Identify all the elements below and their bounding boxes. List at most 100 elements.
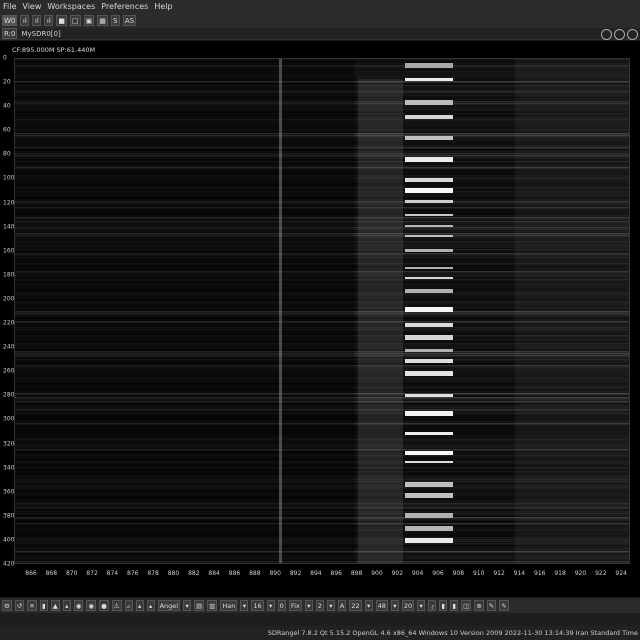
spectrum-control-7[interactable]: ◉ [86, 600, 97, 611]
time-axis: 0 20 40 60 80 100 120 140 160 180 200 220 240 260 280 3… [0, 54, 15, 568]
toolbar-button-0[interactable]: W0 [2, 15, 18, 26]
x-tick-label: 890 [269, 570, 281, 577]
spectrum-control-5[interactable]: ▴ [62, 600, 71, 611]
x-tick-label: 868 [45, 570, 58, 577]
spectrum-control-26[interactable]: A [337, 600, 347, 611]
x-tick-label: 866 [25, 570, 37, 577]
x-tick-label: 924 [615, 570, 627, 577]
toolbar-button-1[interactable]: ıl [20, 15, 30, 26]
spectrum-control-21[interactable]: 0 [277, 600, 286, 611]
toolbar-button-6[interactable]: ▣ [83, 15, 95, 26]
spectrum-control-36[interactable]: ◫ [461, 600, 472, 611]
y-tick-label: 20 [3, 78, 11, 86]
toolbar-button-3[interactable]: ıl [44, 15, 54, 26]
spectrum-control-13[interactable]: Angel [157, 600, 181, 611]
x-tick-label: 912 [493, 570, 505, 577]
toolbar-button-5[interactable]: □ [70, 15, 81, 26]
spectrum-control-24[interactable]: 2 [315, 600, 324, 611]
settings-icon[interactable] [601, 29, 612, 40]
spectrum-control-0[interactable]: ⚙ [2, 600, 12, 611]
y-tick-label: 260 [3, 367, 15, 375]
spectrum-control-30[interactable]: ▾ [390, 600, 399, 611]
spectrum-control-6[interactable]: ◉ [73, 600, 84, 611]
spectrum-control-11[interactable]: ▴ [135, 600, 144, 611]
menu-file[interactable]: File [3, 0, 16, 13]
spectrum-control-1[interactable]: ↺ [14, 600, 25, 611]
device-dock-bar: R:0 MySDR0[0] [0, 28, 640, 40]
spectrum-control-39[interactable]: ✎ [499, 600, 509, 611]
toolbar-button-7[interactable]: ▦ [97, 15, 108, 26]
y-tick-label: 280 [3, 391, 15, 399]
x-tick-label: 918 [554, 570, 566, 577]
spectrum-control-37[interactable]: ⊕ [474, 600, 484, 611]
center-frequency-info: CF:895.000M SP:61.440M [12, 46, 96, 54]
toolbar-button-8[interactable]: S [110, 15, 120, 26]
waterfall-display[interactable] [14, 58, 630, 564]
x-tick-label: 872 [86, 570, 98, 577]
menu-bar: File View Workspaces Preferences Help [0, 0, 640, 13]
spectrum-control-35[interactable]: ▮ [450, 600, 459, 611]
toolbar-button-4[interactable]: ■ [56, 15, 67, 26]
spectrum-control-28[interactable]: ▾ [364, 600, 373, 611]
y-tick-label: 300 [3, 415, 15, 423]
toolbar-button-9[interactable]: AS [122, 15, 137, 26]
menu-preferences[interactable]: Preferences [101, 0, 148, 13]
spectrum-control-25[interactable]: ▾ [326, 600, 335, 611]
status-bar: SDRangel 7.8.2 Qt 5.15.2 OpenGL 4.6 x86_… [0, 626, 640, 640]
spectrum-control-8[interactable]: ● [99, 600, 109, 611]
x-tick-label: 888 [249, 570, 261, 577]
device-name-label: MySDR0[0] [21, 30, 61, 38]
spectrum-control-12[interactable]: ▴ [146, 600, 155, 611]
x-tick-label: 914 [513, 570, 526, 577]
x-tick-label: 922 [595, 570, 607, 577]
y-tick-label: 0 [3, 54, 7, 62]
x-tick-label: 896 [330, 570, 342, 577]
y-tick-label: 220 [3, 319, 15, 327]
x-tick-label: 908 [452, 570, 465, 577]
device-index-button[interactable]: R:0 [2, 28, 18, 39]
spectrum-control-19[interactable]: 16 [251, 600, 264, 611]
spectrum-control-14[interactable]: ▾ [183, 600, 192, 611]
spectrum-control-20[interactable]: ▾ [266, 600, 275, 611]
spectrum-control-18[interactable]: ▾ [240, 600, 249, 611]
spectrum-control-10[interactable]: ▵ [124, 600, 133, 611]
spectrum-control-29[interactable]: 48 [375, 600, 388, 611]
spectrum-control-33[interactable]: ╭ [428, 600, 437, 611]
y-tick-label: 140 [3, 223, 15, 231]
spectrum-control-27[interactable]: 22 [349, 600, 362, 611]
y-tick-label: 240 [3, 343, 15, 351]
spectrum-control-38[interactable]: ✎ [486, 600, 497, 611]
toolbar-button-2[interactable]: ıl [32, 15, 42, 26]
close-icon[interactable] [627, 29, 638, 40]
x-tick-label: 870 [65, 570, 78, 577]
spectrum-control-34[interactable]: ▮ [439, 600, 448, 611]
y-tick-label: 180 [3, 271, 15, 279]
spectrum-control-9[interactable]: ⚠ [111, 600, 122, 611]
spectrum-control-31[interactable]: 20 [401, 600, 415, 611]
spectrum-control-32[interactable]: ▾ [417, 600, 426, 611]
waterfall-image [15, 59, 629, 563]
spectrum-control-3[interactable]: ▮ [39, 600, 48, 611]
x-tick-label: 900 [371, 570, 383, 577]
spectrum-controls-toolbar: ⚙ ↺ ✕ ▮ ▲ ▴ ◉ ◉ ● ⚠ ▵ ▴ ▴ Angel ▾ ▤ ▥ Han ▾ 16 ▾ 0 Fix ▾ 2 ▾ A 22 ▾ 4… [0, 598, 640, 613]
x-tick-label: 894 [310, 570, 322, 577]
dock-float-icon[interactable] [614, 29, 625, 40]
spectrum-control-15[interactable]: ▤ [194, 600, 205, 611]
menu-workspaces[interactable]: Workspaces [47, 0, 95, 13]
x-tick-label: 920 [574, 570, 587, 577]
x-tick-label: 876 [127, 570, 139, 577]
menu-help[interactable]: Help [154, 0, 172, 13]
x-tick-label: 880 [167, 570, 180, 577]
y-tick-label: 100 [3, 174, 15, 182]
x-tick-label: 886 [228, 570, 241, 577]
x-tick-label: 898 [350, 570, 363, 577]
x-tick-label: 892 [289, 570, 302, 577]
spectrum-control-16[interactable]: ▥ [207, 600, 218, 611]
spectrum-control-4[interactable]: ▲ [50, 600, 60, 611]
menu-view[interactable]: View [22, 0, 41, 13]
spectrum-control-22[interactable]: Fix [288, 600, 302, 611]
spectrum-control-2[interactable]: ✕ [27, 600, 37, 611]
spectrum-control-17[interactable]: Han [220, 600, 238, 611]
y-tick-label: 420 [3, 560, 15, 568]
spectrum-control-23[interactable]: ▾ [304, 600, 313, 611]
